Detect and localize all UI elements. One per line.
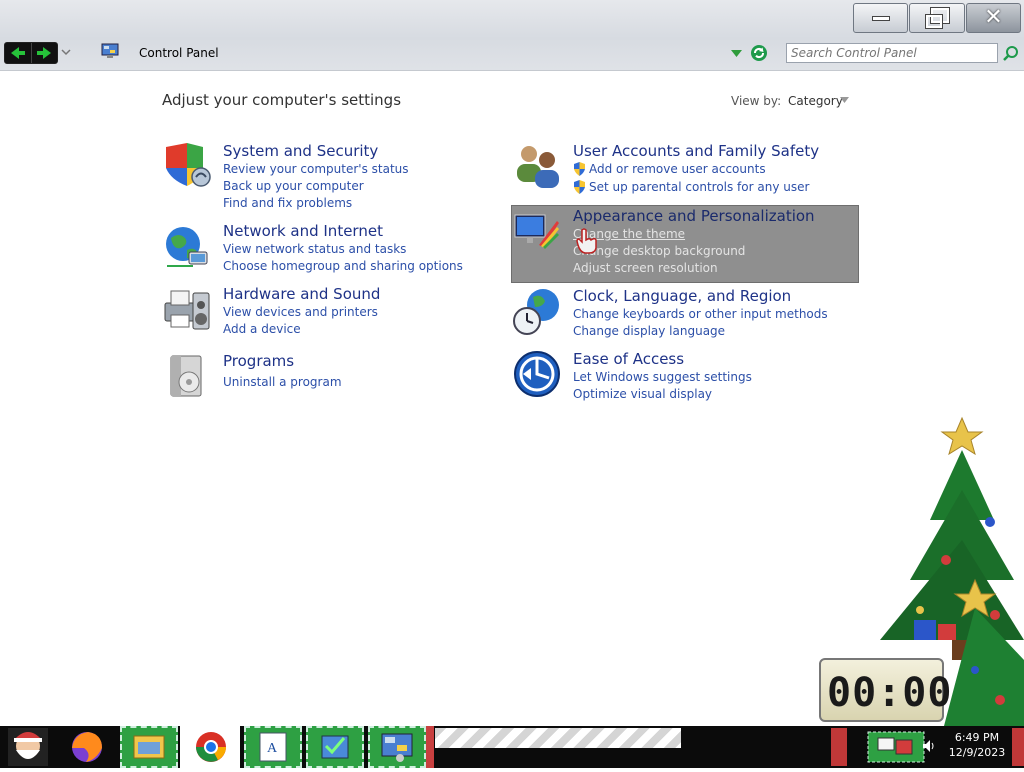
category-link[interactable]: Change display language — [573, 324, 725, 338]
category-network-internet: Network and Internet View network status… — [163, 222, 463, 274]
programs-box-icon — [170, 355, 202, 397]
category-title[interactable]: Network and Internet — [223, 222, 383, 240]
category-title[interactable]: Ease of Access — [573, 350, 684, 368]
category-title[interactable]: Clock, Language, and Region — [573, 287, 791, 305]
taskbar-chrome[interactable] — [180, 726, 240, 768]
desktop-clock-widget: 00:00 — [819, 658, 951, 722]
wordpad-icon: A — [259, 732, 287, 762]
users-icon — [517, 146, 559, 188]
category-link[interactable]: Find and fix problems — [223, 196, 352, 210]
arrow-left-icon — [10, 47, 25, 59]
recent-pages-chevron-icon[interactable] — [60, 46, 72, 58]
globe-network-icon — [166, 227, 208, 267]
taskbar-placeholder — [435, 728, 681, 748]
refresh-icon[interactable] — [750, 44, 768, 62]
file-explorer-icon — [133, 735, 165, 759]
category-title[interactable]: Programs — [223, 352, 294, 370]
category-clock-region: Clock, Language, and Region Change keybo… — [513, 287, 833, 339]
printer-speaker-icon — [164, 290, 210, 330]
category-link[interactable]: Add or remove user accounts — [589, 162, 766, 176]
category-link[interactable]: Back up your computer — [223, 179, 364, 193]
hand-cursor-icon — [576, 228, 597, 254]
start-button[interactable] — [0, 726, 56, 768]
view-by-label: View by: — [731, 94, 782, 108]
tray-red-block — [831, 728, 847, 766]
category-appearance[interactable]: Appearance and Personalization Change th… — [513, 207, 853, 281]
speaker-icon[interactable] — [922, 739, 936, 753]
show-desktop-button[interactable] — [1012, 728, 1024, 766]
task-icon — [321, 735, 349, 759]
santa-icon — [8, 728, 48, 766]
category-title[interactable]: Appearance and Personalization — [573, 207, 815, 225]
firefox-icon — [72, 732, 102, 762]
category-link[interactable]: Optimize visual display — [573, 387, 712, 401]
control-panel-icon — [381, 733, 413, 762]
forward-button[interactable] — [30, 43, 58, 63]
view-by-dropdown[interactable]: Category — [788, 94, 843, 108]
address-dropdown-icon[interactable] — [731, 48, 742, 58]
taskbar-wordpad[interactable]: A — [244, 726, 302, 768]
category-title[interactable]: Hardware and Sound — [223, 285, 380, 303]
chevron-down-icon[interactable] — [840, 97, 849, 104]
page-title: Adjust your computer's settings — [162, 91, 402, 109]
clock-digits: 00:00 — [827, 670, 953, 716]
tray-app-icon[interactable] — [866, 730, 926, 764]
taskbar-date[interactable]: 12/9/2023 — [944, 746, 1010, 759]
category-link[interactable]: Add a device — [223, 322, 301, 336]
back-button[interactable] — [5, 43, 31, 63]
category-link[interactable]: View network status and tasks — [223, 242, 406, 256]
category-user-accounts: User Accounts and Family Safety Add or r… — [513, 142, 833, 194]
address-bar-path[interactable]: Control Panel — [139, 46, 219, 60]
clock-globe-icon — [513, 289, 559, 335]
control-panel-icon — [101, 43, 119, 58]
svg-text:A: A — [267, 741, 278, 756]
category-link[interactable]: Let Windows suggest settings — [573, 370, 752, 384]
appearance-monitor-icon — [514, 214, 559, 249]
category-title[interactable]: System and Security — [223, 142, 378, 160]
category-programs: Programs Uninstall a program — [163, 352, 463, 400]
category-link[interactable]: Review your computer's status — [223, 162, 409, 176]
nav-buttons — [4, 42, 58, 64]
minimize-icon — [871, 15, 890, 21]
taskbar-file-explorer[interactable] — [120, 726, 178, 768]
category-link[interactable]: Choose homegroup and sharing options — [223, 259, 463, 273]
category-link[interactable]: Adjust screen resolution — [573, 261, 718, 275]
category-link[interactable]: Set up parental controls for any user — [589, 180, 809, 194]
taskbar-time[interactable]: 6:49 PM — [944, 731, 1010, 744]
arrow-right-icon — [37, 47, 52, 59]
shield-icon — [166, 143, 211, 187]
uac-shield-icon — [574, 162, 585, 176]
minimize-button[interactable] — [853, 3, 908, 33]
taskbar: A 6:49 PM 12/9/2023 — [0, 726, 1024, 768]
search-icon[interactable] — [1003, 45, 1019, 61]
taskbar-separator — [426, 726, 434, 768]
taskbar-control-panel[interactable] — [368, 726, 426, 768]
category-hardware-sound: Hardware and Sound View devices and prin… — [163, 285, 463, 337]
window-titlebar: ✕ Control Panel — [0, 0, 1024, 71]
uac-shield-icon — [574, 180, 585, 194]
restore-icon — [925, 6, 950, 29]
category-title[interactable]: User Accounts and Family Safety — [573, 142, 819, 160]
ease-of-access-icon — [514, 351, 560, 397]
close-icon: ✕ — [984, 5, 1003, 30]
close-button[interactable]: ✕ — [966, 3, 1021, 33]
restore-button[interactable] — [909, 3, 965, 33]
category-system-security: System and Security Review your computer… — [163, 142, 463, 210]
chrome-icon — [196, 732, 226, 762]
category-link[interactable]: Change keyboards or other input methods — [573, 307, 828, 321]
taskbar-firefox[interactable] — [62, 726, 112, 768]
search-input[interactable] — [786, 43, 998, 63]
category-ease-access: Ease of Access Let Windows suggest setti… — [513, 350, 833, 402]
taskbar-task-app[interactable] — [306, 726, 364, 768]
category-link[interactable]: Uninstall a program — [223, 375, 342, 389]
category-link[interactable]: View devices and printers — [223, 305, 378, 319]
